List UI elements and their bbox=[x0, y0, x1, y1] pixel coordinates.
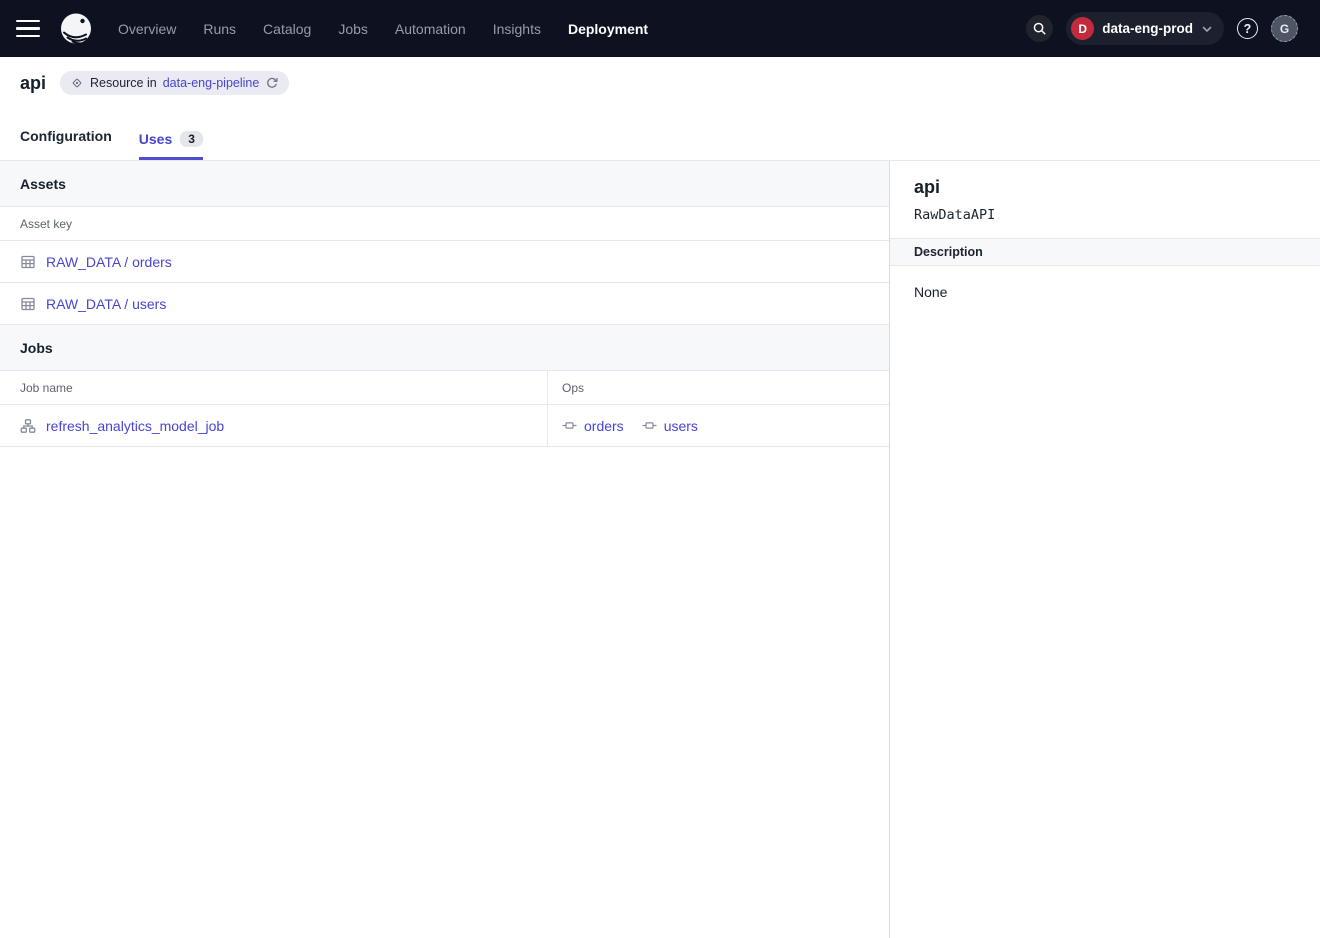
search-button[interactable] bbox=[1026, 15, 1053, 42]
page-title: api bbox=[20, 73, 46, 94]
deployment-avatar: D bbox=[1071, 17, 1094, 40]
tab-uses-label: Uses bbox=[139, 131, 172, 147]
help-icon[interactable]: ? bbox=[1237, 18, 1258, 39]
description-value: None bbox=[890, 266, 1320, 318]
jobs-table-header: Job name Ops bbox=[0, 371, 889, 405]
deployment-switcher[interactable]: D data-eng-prod bbox=[1066, 12, 1224, 45]
op-chip-users: users bbox=[642, 418, 698, 434]
resource-name: api bbox=[914, 177, 1296, 198]
asset-table-icon bbox=[20, 296, 36, 312]
nav-item-insights[interactable]: Insights bbox=[493, 21, 541, 37]
resource-detail-panel: api RawDataAPI Description None bbox=[890, 161, 1320, 938]
uses-count-badge: 3 bbox=[180, 131, 203, 147]
deployment-name: data-eng-prod bbox=[1102, 21, 1193, 36]
op-link-users[interactable]: users bbox=[664, 418, 698, 434]
job-name-column-header: Job name bbox=[0, 371, 548, 404]
op-chip-orders: orders bbox=[562, 418, 624, 434]
tab-configuration-label: Configuration bbox=[20, 128, 112, 144]
op-link-orders[interactable]: orders bbox=[584, 418, 624, 434]
nav-item-automation[interactable]: Automation bbox=[395, 21, 466, 37]
asset-link-users[interactable]: RAW_DATA / users bbox=[46, 296, 166, 312]
reload-icon[interactable] bbox=[265, 76, 279, 90]
tab-bar: Configuration Uses 3 bbox=[0, 105, 1320, 160]
description-section-label: Description bbox=[890, 238, 1320, 266]
table-row[interactable]: refresh_analytics_model_job orders users bbox=[0, 405, 889, 447]
top-nav: Overview Runs Catalog Jobs Automation In… bbox=[0, 0, 1320, 57]
nav-item-overview[interactable]: Overview bbox=[118, 21, 176, 37]
asset-link-orders[interactable]: RAW_DATA / orders bbox=[46, 254, 172, 270]
op-icon bbox=[642, 418, 657, 433]
resource-location-badge: Resource in data-eng-pipeline bbox=[60, 71, 289, 95]
nav-item-catalog[interactable]: Catalog bbox=[263, 21, 311, 37]
nav-item-jobs[interactable]: Jobs bbox=[338, 21, 368, 37]
nav-item-deployment[interactable]: Deployment bbox=[568, 21, 648, 37]
job-link[interactable]: refresh_analytics_model_job bbox=[46, 418, 224, 434]
asset-key-column-header: Asset key bbox=[0, 217, 92, 231]
search-icon bbox=[1032, 21, 1047, 36]
nav-right-controls: D data-eng-prod ? G bbox=[1026, 12, 1298, 45]
tab-configuration[interactable]: Configuration bbox=[20, 128, 112, 160]
code-location-link[interactable]: data-eng-pipeline bbox=[163, 76, 260, 90]
user-avatar[interactable]: G bbox=[1271, 15, 1298, 42]
main-nav: Overview Runs Catalog Jobs Automation In… bbox=[118, 21, 648, 37]
dagster-logo-icon[interactable] bbox=[56, 9, 96, 49]
resource-icon bbox=[70, 76, 84, 90]
assets-table-header: Asset key bbox=[0, 207, 889, 241]
op-icon bbox=[562, 418, 577, 433]
nav-item-runs[interactable]: Runs bbox=[203, 21, 236, 37]
content-area: Assets Asset key RAW_DATA / orders RAW_D… bbox=[0, 160, 1320, 938]
ops-column-header: Ops bbox=[548, 381, 598, 395]
table-row[interactable]: RAW_DATA / orders bbox=[0, 241, 889, 283]
resource-type: RawDataAPI bbox=[914, 207, 1296, 223]
page-header: api Resource in data-eng-pipeline bbox=[0, 57, 1320, 105]
tab-uses[interactable]: Uses 3 bbox=[139, 131, 203, 160]
job-graph-icon bbox=[20, 418, 36, 434]
hamburger-menu-icon[interactable] bbox=[16, 15, 44, 43]
table-row[interactable]: RAW_DATA / users bbox=[0, 283, 889, 325]
uses-main: Assets Asset key RAW_DATA / orders RAW_D… bbox=[0, 161, 890, 938]
asset-table-icon bbox=[20, 254, 36, 270]
resource-badge-text: Resource in bbox=[90, 76, 157, 90]
jobs-section-header: Jobs bbox=[0, 325, 889, 371]
assets-section-header: Assets bbox=[0, 161, 889, 207]
chevron-down-icon bbox=[1201, 23, 1213, 35]
